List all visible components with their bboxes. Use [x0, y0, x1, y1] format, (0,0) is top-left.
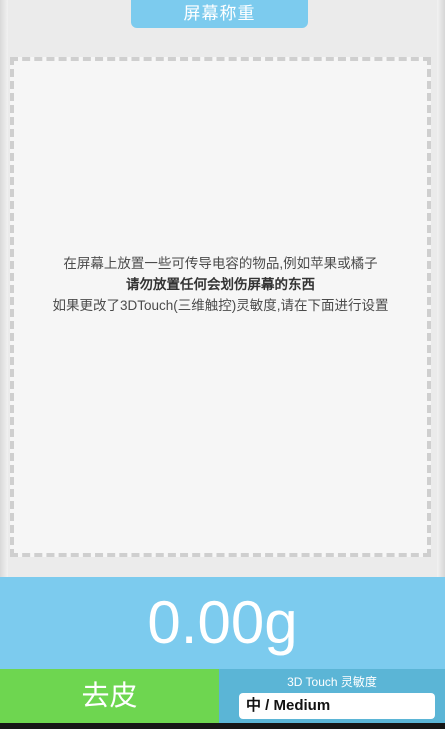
sensitivity-label: 3D Touch 灵敏度 — [287, 675, 377, 689]
weight-readout-bar: 0.00g — [0, 577, 445, 669]
bottom-controls: 去皮 3D Touch 灵敏度 中 / Medium — [0, 669, 445, 723]
sensitivity-select[interactable]: 中 / Medium — [239, 693, 435, 719]
weight-value: 0.00g — [147, 589, 298, 656]
sensitivity-panel: 3D Touch 灵敏度 中 / Medium — [219, 669, 445, 723]
instruction-warning: 请勿放置任何会划伤屏幕的东西 — [126, 277, 315, 292]
instruction-line-3: 如果更改了3DTouch(三维触控)灵敏度,请在下面进行设置 — [52, 298, 389, 313]
tare-button[interactable]: 去皮 — [0, 669, 219, 723]
instruction-line-1: 在屏幕上放置一些可传导电容的物品,例如苹果或橘子 — [63, 256, 378, 271]
instructions: 在屏幕上放置一些可传导电容的物品,例如苹果或橘子 请勿放置任何会划伤屏幕的东西 … — [14, 253, 427, 316]
device-edge-left — [0, 0, 8, 580]
weighing-area[interactable]: 在屏幕上放置一些可传导电容的物品,例如苹果或橘子 请勿放置任何会划伤屏幕的东西 … — [10, 57, 431, 557]
bottom-strip — [0, 723, 445, 729]
app-screen: 屏幕称重 在屏幕上放置一些可传导电容的物品,例如苹果或橘子 请勿放置任何会划伤屏… — [0, 0, 445, 729]
page-title: 屏幕称重 — [131, 0, 308, 28]
device-edge-right — [437, 0, 445, 580]
